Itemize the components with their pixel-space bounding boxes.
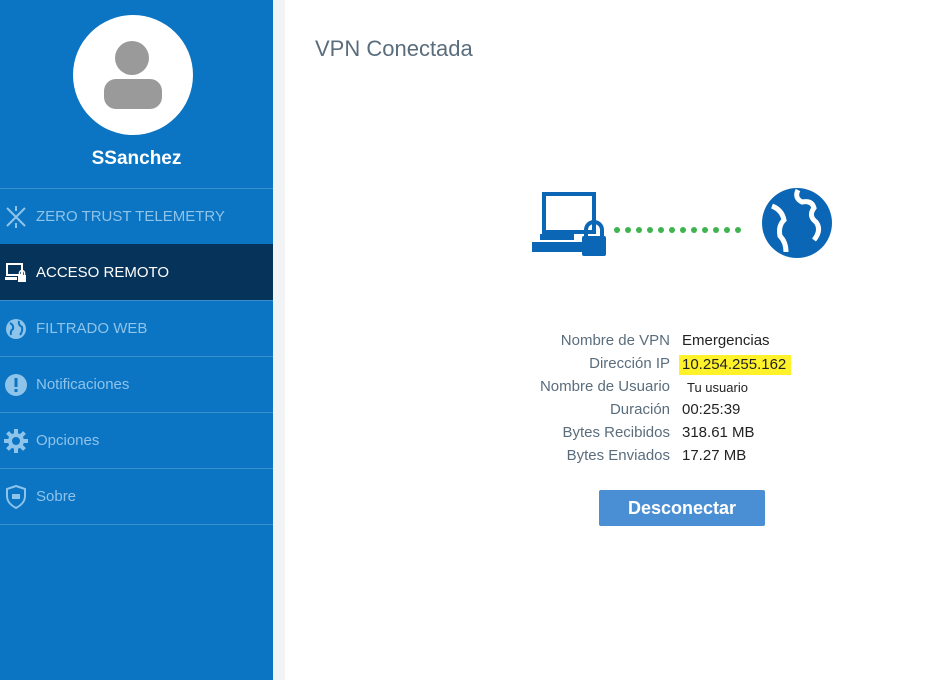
- detail-label: Dirección IP: [589, 355, 670, 372]
- locked-computer-icon: [532, 192, 606, 256]
- sidebar-item-sobre[interactable]: Sobre: [0, 468, 273, 525]
- sidebar-item-label: Opciones: [36, 432, 100, 449]
- detail-value: 318.61 MB: [682, 424, 755, 441]
- username: SSanchez: [91, 148, 182, 169]
- detail-value: 00:25:39: [682, 401, 741, 418]
- sidebar-item-filtrado-web[interactable]: FILTRADO WEB: [0, 300, 273, 356]
- detail-row-bytes-received: Bytes Recibidos 318.61 MB: [285, 422, 930, 445]
- gear-icon: [4, 428, 28, 453]
- sidebar-item-label: ACCESO REMOTO: [36, 264, 170, 281]
- detail-label: Bytes Enviados: [566, 447, 670, 464]
- detail-value: Tu usuario: [687, 380, 748, 395]
- connection-dots: [614, 227, 741, 233]
- main-panel: VPN Conectada Nombre de VPN Emergencias …: [285, 0, 930, 680]
- detail-label: Bytes Recibidos: [562, 424, 670, 441]
- sidebar-item-acceso-remoto[interactable]: ACCESO REMOTO: [0, 244, 273, 300]
- globe-icon: [4, 317, 28, 341]
- vpn-connection-graphic: [532, 188, 832, 258]
- remote-access-icon: [4, 261, 28, 285]
- detail-row-ip-address: Dirección IP 10.254.255.162: [285, 353, 930, 376]
- sidebar-item-notificaciones[interactable]: Notificaciones: [0, 356, 273, 412]
- panel-divider: [273, 0, 285, 680]
- sidebar-item-label: Sobre: [36, 488, 77, 505]
- detail-value: 17.27 MB: [682, 447, 747, 464]
- avatar[interactable]: [73, 15, 193, 135]
- globe-icon: [762, 188, 832, 258]
- sidebar-item-opciones[interactable]: Opciones: [0, 412, 273, 468]
- detail-label: Nombre de Usuario: [539, 378, 670, 395]
- detail-label: Duración: [609, 401, 670, 418]
- detail-row-bytes-sent: Bytes Enviados 17.27 MB: [285, 445, 930, 468]
- detail-row-duration: Duración 00:25:39: [285, 399, 930, 422]
- detail-row-vpn-name: Nombre de VPN Emergencias: [285, 330, 930, 353]
- page-title: VPN Conectada: [315, 36, 473, 61]
- detail-value: Emergencias: [682, 332, 770, 349]
- sidebar: SSanchez ZERO TRUST TELEMETRY ACCESO REM…: [0, 0, 273, 680]
- detail-label: Nombre de VPN: [560, 332, 670, 349]
- sidebar-item-zero-trust-telemetry[interactable]: ZERO TRUST TELEMETRY: [0, 188, 273, 244]
- detail-row-username: Nombre de Usuario Tu usuario: [285, 376, 930, 399]
- sidebar-nav: ZERO TRUST TELEMETRY ACCESO REMOTO FILTR…: [0, 188, 273, 525]
- alert-icon: [4, 373, 28, 397]
- sidebar-item-label: Notificaciones: [36, 376, 130, 393]
- sidebar-item-label: FILTRADO WEB: [36, 320, 148, 337]
- user-icon: [104, 41, 162, 109]
- network-icon: [4, 205, 28, 229]
- shield-icon: [4, 484, 28, 509]
- disconnect-button[interactable]: Desconectar: [599, 490, 765, 526]
- sidebar-item-label: ZERO TRUST TELEMETRY: [36, 208, 225, 225]
- detail-value: 10.254.255.162: [679, 355, 792, 375]
- vpn-details: Nombre de VPN Emergencias Dirección IP 1…: [285, 330, 930, 468]
